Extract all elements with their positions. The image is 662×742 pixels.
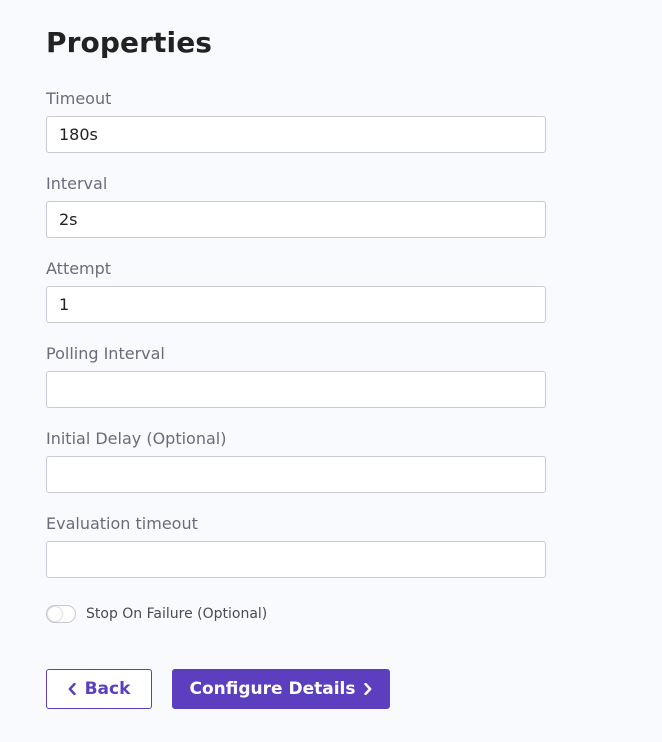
page-title: Properties — [46, 26, 213, 59]
evaluation-timeout-input[interactable] — [46, 541, 546, 578]
attempt-input[interactable] — [46, 286, 546, 323]
timeout-field: Timeout — [46, 88, 546, 153]
polling-interval-label: Polling Interval — [46, 344, 165, 363]
initial-delay-input[interactable] — [46, 456, 546, 493]
chevron-left-icon — [68, 683, 76, 695]
polling-interval-input[interactable] — [46, 371, 546, 408]
stop-on-failure-label: Stop On Failure (Optional) — [86, 606, 268, 622]
interval-label: Interval — [46, 174, 108, 193]
interval-input[interactable] — [46, 201, 546, 238]
configure-details-button[interactable]: Configure Details — [172, 669, 390, 709]
configure-details-label: Configure Details — [189, 679, 356, 699]
initial-delay-field: Initial Delay (Optional) — [46, 428, 546, 493]
initial-delay-label: Initial Delay (Optional) — [46, 429, 227, 448]
back-button-label: Back — [84, 679, 131, 699]
attempt-field: Attempt — [46, 258, 546, 323]
evaluation-timeout-field: Evaluation timeout — [46, 513, 546, 578]
interval-field: Interval — [46, 173, 546, 238]
chevron-right-icon — [364, 683, 372, 695]
timeout-input[interactable] — [46, 116, 546, 153]
stop-on-failure-row: Stop On Failure (Optional) — [46, 603, 267, 625]
toggle-knob — [48, 607, 62, 621]
attempt-label: Attempt — [46, 259, 112, 278]
stop-on-failure-toggle[interactable] — [46, 605, 76, 623]
back-button[interactable]: Back — [46, 669, 152, 709]
timeout-label: Timeout — [46, 89, 112, 108]
evaluation-timeout-label: Evaluation timeout — [46, 514, 198, 533]
polling-interval-field: Polling Interval — [46, 343, 546, 408]
